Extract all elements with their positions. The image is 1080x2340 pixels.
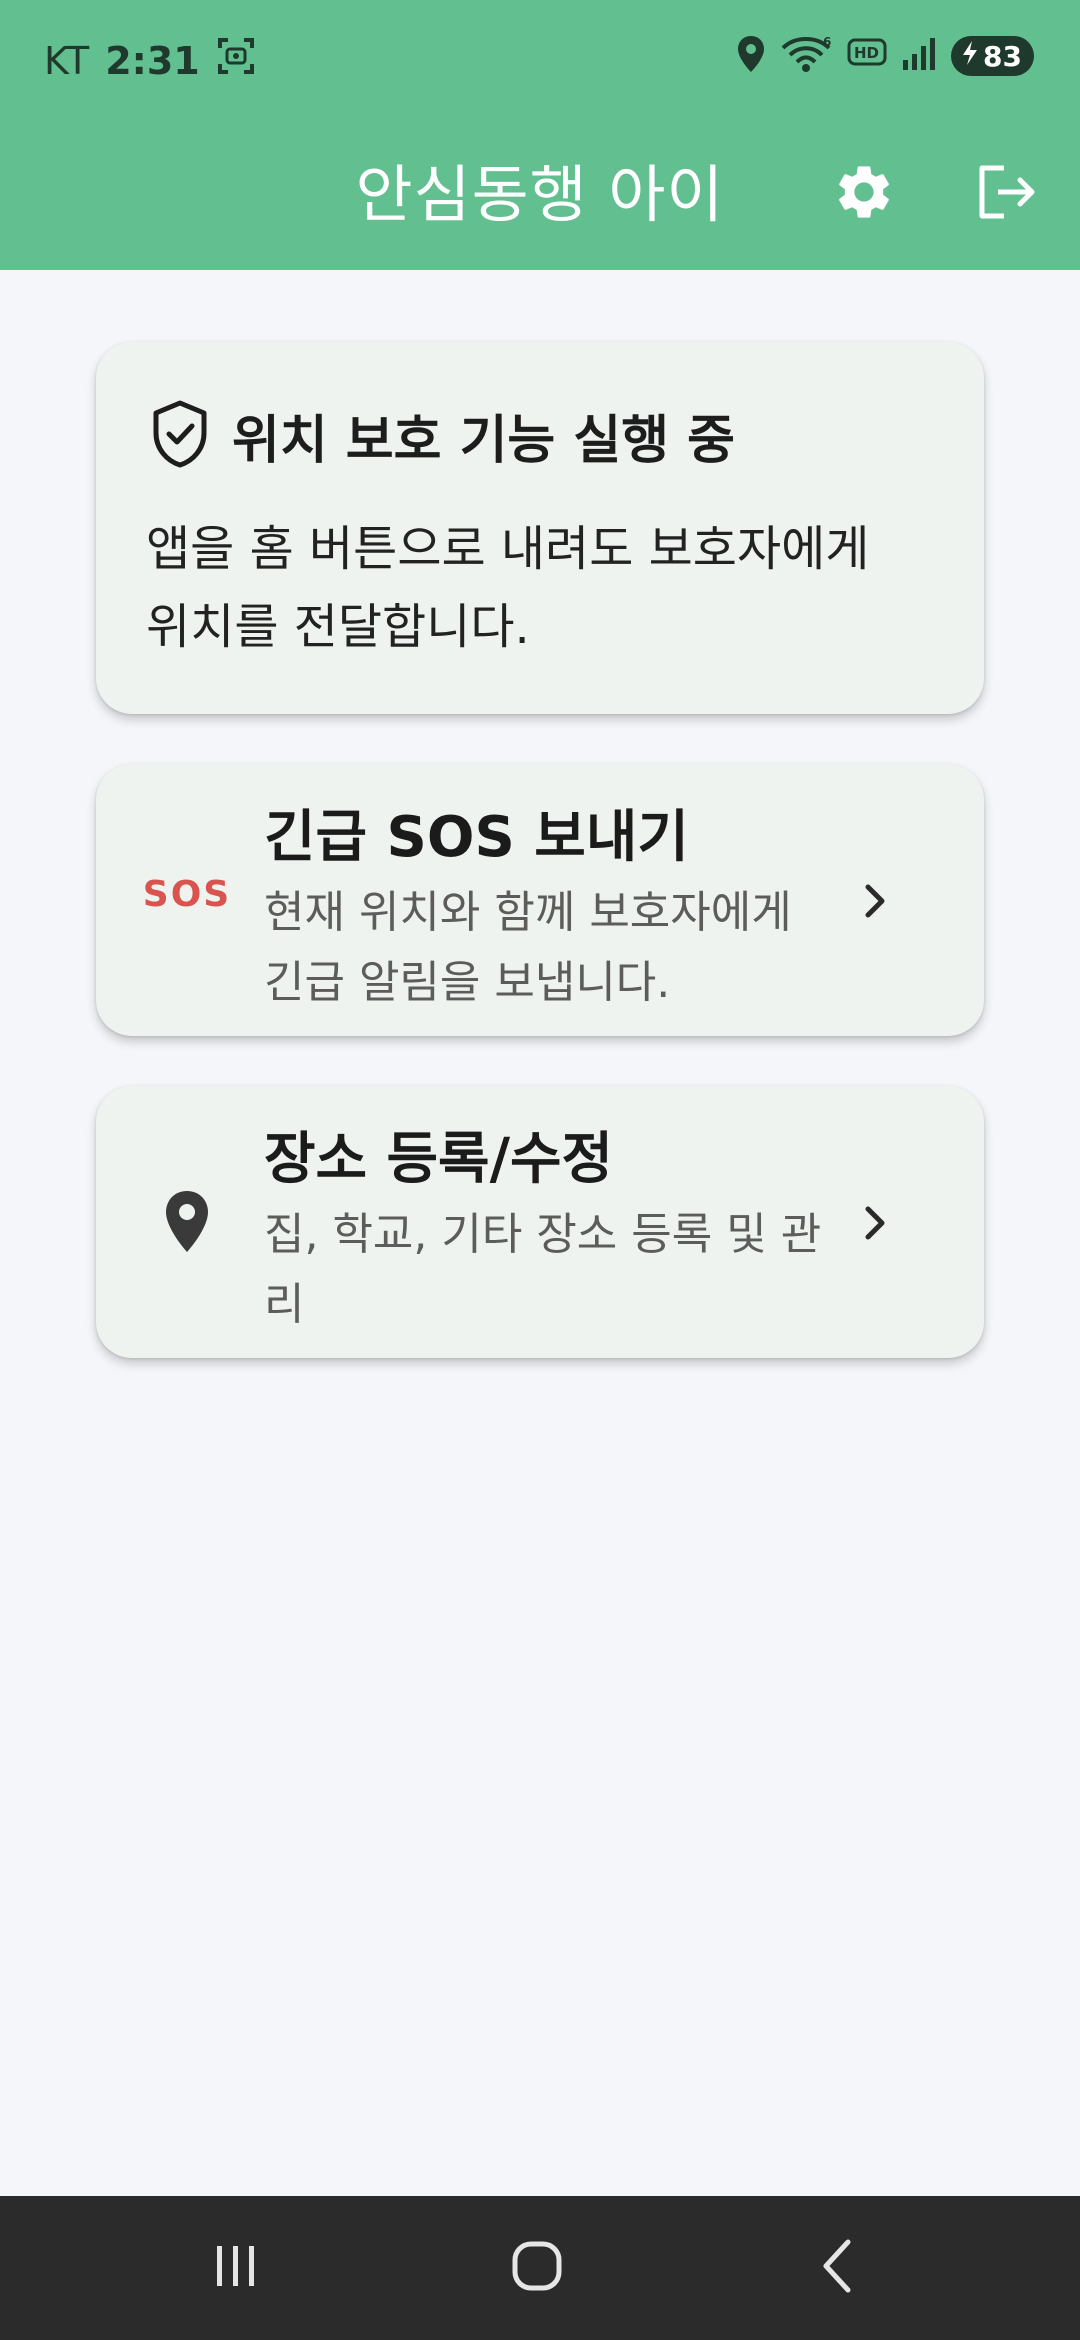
map-pin-icon <box>132 1182 242 1262</box>
status-right: 6 HD 83 <box>735 34 1034 78</box>
protection-description: 앱을 홈 버튼으로 내려도 보호자에게 위치를 전달합니다. <box>146 521 870 655</box>
signal-icon <box>901 36 937 76</box>
app-title: 안심동행 아이 <box>355 158 725 231</box>
back-icon <box>810 2236 870 2300</box>
chevron-right-icon <box>850 1198 900 1248</box>
sos-card[interactable]: SOS 긴급 SOS 보내기 현재 위치와 함께 보호자에게 긴급 알림을 보냅… <box>96 764 984 1036</box>
svg-text:6: 6 <box>823 35 831 49</box>
gear-icon <box>832 160 896 228</box>
hd-icon: HD <box>847 36 887 76</box>
sos-description: 현재 위치와 함께 보호자에게 긴급 알림을 보냅니다. <box>264 887 792 1008</box>
chevron-right-icon <box>850 876 900 926</box>
carrier-label: KT <box>44 38 90 83</box>
place-description: 집, 학교, 기타 장소 등록 및 관리 <box>264 1209 822 1330</box>
battery-level: 83 <box>983 39 1022 73</box>
back-button[interactable] <box>760 2196 920 2340</box>
logout-button[interactable] <box>966 154 1046 234</box>
status-bar: KT 2:31 6 HD 83 <box>0 0 1080 118</box>
system-nav-bar <box>0 2196 1080 2340</box>
status-left: KT 2:31 <box>44 36 256 85</box>
shield-check-icon <box>148 399 212 473</box>
protection-title: 위치 보호 기능 실행 중 <box>232 411 735 471</box>
place-card[interactable]: 장소 등록/수정 집, 학교, 기타 장소 등록 및 관리 <box>96 1086 984 1358</box>
logout-icon <box>974 160 1038 228</box>
place-title: 장소 등록/수정 <box>264 1127 614 1192</box>
sos-icon-label: SOS <box>142 873 232 915</box>
location-icon <box>735 34 767 78</box>
sos-icon: SOS <box>132 864 242 924</box>
svg-text:HD: HD <box>854 44 879 62</box>
home-icon <box>507 2236 567 2300</box>
sos-title: 긴급 SOS 보내기 <box>264 805 689 870</box>
recents-button[interactable] <box>155 2196 315 2340</box>
home-button[interactable] <box>457 2196 617 2340</box>
screenshot-icon <box>216 36 256 85</box>
app-bar: 안심동행 아이 <box>0 118 1080 270</box>
protection-header: 위치 보호 기능 실행 중 <box>148 398 735 473</box>
protection-status-card: 위치 보호 기능 실행 중 앱을 홈 버튼으로 내려도 보호자에게 위치를 전달… <box>96 342 984 714</box>
recents-icon <box>205 2236 265 2300</box>
settings-button[interactable] <box>824 154 904 234</box>
top-header-zone: KT 2:31 6 HD 83 안심동행 아이 <box>0 0 1080 270</box>
battery-icon <box>961 40 979 73</box>
clock: 2:31 <box>105 38 200 83</box>
battery-indicator: 83 <box>951 36 1034 76</box>
wifi-icon: 6 <box>781 34 833 78</box>
